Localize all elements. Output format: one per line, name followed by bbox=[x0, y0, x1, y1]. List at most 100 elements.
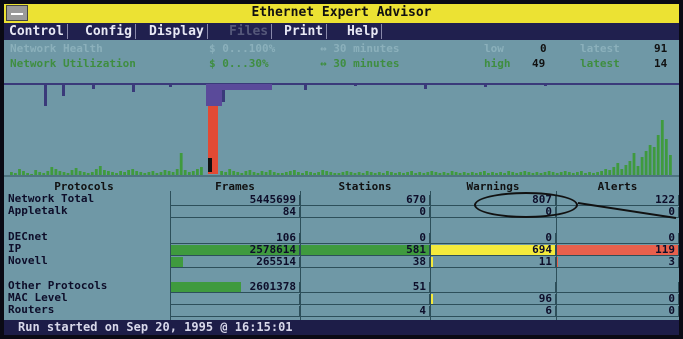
health-tick bbox=[132, 84, 135, 92]
menu-config[interactable]: Config bbox=[82, 24, 136, 39]
utilization-range: $ 0...30% bbox=[209, 57, 269, 70]
utilization-bar bbox=[232, 171, 236, 175]
utilization-bar bbox=[450, 171, 454, 175]
utilization-bar bbox=[438, 173, 442, 175]
menu-control[interactable]: Control bbox=[6, 24, 68, 39]
utilization-bar bbox=[74, 168, 78, 175]
cell-alerts: 0 bbox=[556, 292, 679, 305]
utilization-bar bbox=[236, 172, 240, 175]
cell-stations: 4 bbox=[300, 304, 430, 317]
utilization-bar bbox=[329, 172, 333, 175]
stats-panel: Network Health $ 0...100% ↔ 30 minutes l… bbox=[4, 40, 679, 76]
utilization-bar bbox=[111, 172, 114, 175]
utilization-bar bbox=[596, 172, 599, 175]
utilization-bar bbox=[531, 173, 535, 175]
utilization-bar bbox=[159, 172, 163, 175]
utilization-bar bbox=[78, 171, 82, 175]
cell-fill-bar bbox=[170, 257, 183, 267]
utilization-bar bbox=[365, 171, 369, 175]
utilization-bar bbox=[58, 171, 62, 175]
utilization-bar bbox=[454, 172, 458, 175]
utilization-bar bbox=[644, 151, 648, 175]
cell-frames: 265514 bbox=[170, 255, 300, 268]
utilization-bar bbox=[369, 172, 373, 175]
utilization-bar bbox=[612, 167, 616, 175]
utilization-bar bbox=[624, 165, 628, 175]
utilization-bar bbox=[426, 172, 430, 175]
utilization-bar bbox=[479, 172, 482, 175]
cell-frames: 84 bbox=[170, 205, 300, 218]
cell-alerts: 119 bbox=[556, 243, 679, 256]
warnings-highlight-annotation bbox=[474, 192, 578, 218]
menu-files[interactable]: Files bbox=[226, 24, 273, 39]
utilization-bar bbox=[147, 172, 151, 175]
utilization-bar bbox=[418, 172, 422, 175]
utilization-label: Network Utilization bbox=[10, 57, 136, 70]
menu-bar: Control Config Display Files Print Help bbox=[4, 23, 679, 40]
utilization-bar bbox=[151, 171, 155, 175]
utilization-bar bbox=[86, 173, 90, 175]
utilization-bar bbox=[196, 169, 199, 175]
utilization-bar bbox=[220, 171, 223, 175]
utilization-bar bbox=[175, 169, 179, 175]
utilization-bar bbox=[94, 169, 98, 175]
utilization-bar bbox=[555, 173, 559, 175]
utilization-bar bbox=[648, 145, 652, 175]
cell-alerts: 0 bbox=[556, 304, 679, 317]
utilization-latest-value: 14 bbox=[654, 57, 668, 70]
utilization-bar bbox=[82, 172, 86, 175]
utilization-bar bbox=[523, 171, 527, 175]
cell-value: 6 bbox=[545, 304, 552, 317]
row-label: Novell bbox=[8, 254, 48, 267]
utilization-bar bbox=[491, 172, 494, 175]
utilization-bar bbox=[483, 171, 486, 175]
utilization-bar bbox=[10, 172, 13, 175]
column-divider bbox=[170, 191, 171, 320]
cell-stations: 38 bbox=[300, 255, 430, 268]
utilization-bar bbox=[576, 172, 579, 175]
utilization-bar bbox=[135, 171, 139, 175]
utilization-bar bbox=[345, 171, 349, 175]
utilization-bar bbox=[309, 172, 312, 175]
health-tick bbox=[169, 84, 172, 87]
utilization-bar bbox=[191, 171, 195, 175]
menu-print[interactable]: Print bbox=[281, 24, 328, 39]
utilization-bar bbox=[470, 172, 474, 175]
utilization-bar bbox=[30, 174, 33, 175]
utilization-bar bbox=[361, 173, 365, 175]
utilization-bar bbox=[515, 173, 519, 175]
health-tick bbox=[424, 84, 427, 89]
utilization-bar bbox=[256, 173, 260, 175]
utilization-bar bbox=[656, 135, 660, 175]
cell-stations: 0 bbox=[300, 205, 430, 218]
utilization-bar bbox=[107, 171, 110, 175]
utilization-bar bbox=[325, 171, 329, 175]
utilization-bar bbox=[321, 170, 325, 175]
utilization-bar bbox=[616, 163, 620, 175]
utilization-bar bbox=[462, 172, 466, 175]
utilization-bar bbox=[115, 173, 118, 175]
health-low-label: low bbox=[484, 42, 504, 55]
utilization-bar bbox=[22, 171, 25, 175]
cell-stations: 51 bbox=[300, 280, 430, 293]
utilization-bar bbox=[628, 161, 632, 175]
status-text: Run started on Sep 20, 1995 @ 16:15:01 bbox=[18, 320, 293, 334]
utilization-bar bbox=[260, 171, 264, 175]
cell-value: 0 bbox=[668, 304, 675, 317]
utilization-bar bbox=[301, 173, 304, 175]
status-bar: Run started on Sep 20, 1995 @ 16:15:01 bbox=[4, 320, 679, 335]
graph-canvas bbox=[4, 83, 679, 177]
protocol-table: Protocols Frames Stations Warnings Alert… bbox=[4, 177, 679, 320]
menu-display[interactable]: Display bbox=[146, 24, 208, 39]
utilization-bar bbox=[46, 171, 50, 175]
utilization-high-value: 49 bbox=[532, 57, 546, 70]
utilization-bar bbox=[90, 172, 94, 175]
utilization-bar bbox=[317, 172, 320, 175]
utilization-bar bbox=[434, 172, 438, 175]
cell-stations bbox=[300, 294, 430, 305]
utilization-bar bbox=[511, 172, 515, 175]
utilization-bar bbox=[390, 172, 393, 175]
health-window: ↔ 30 minutes bbox=[320, 42, 400, 55]
health-tick bbox=[92, 84, 95, 89]
menu-help[interactable]: Help bbox=[344, 24, 383, 39]
